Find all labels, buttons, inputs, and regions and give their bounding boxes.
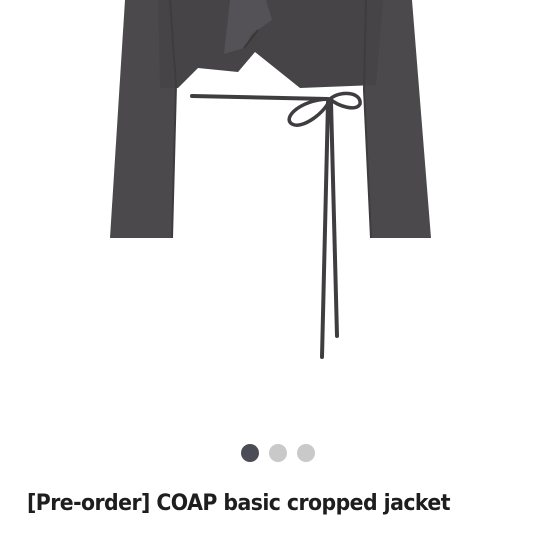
tie-end-right — [329, 100, 339, 338]
cropped-jacket-illustration — [110, 0, 431, 359]
tie-end-left — [320, 100, 330, 359]
jacket-body — [158, 0, 383, 88]
carousel-pagination — [0, 444, 555, 462]
carousel-dot-1[interactable] — [240, 444, 259, 462]
tie-strap — [190, 94, 330, 101]
carousel-dot-2[interactable] — [268, 444, 287, 462]
carousel-dot-3[interactable] — [296, 444, 315, 462]
product-image[interactable] — [0, 0, 555, 420]
product-title: [Pre-order] COAP basic cropped jacket — [27, 491, 451, 516]
